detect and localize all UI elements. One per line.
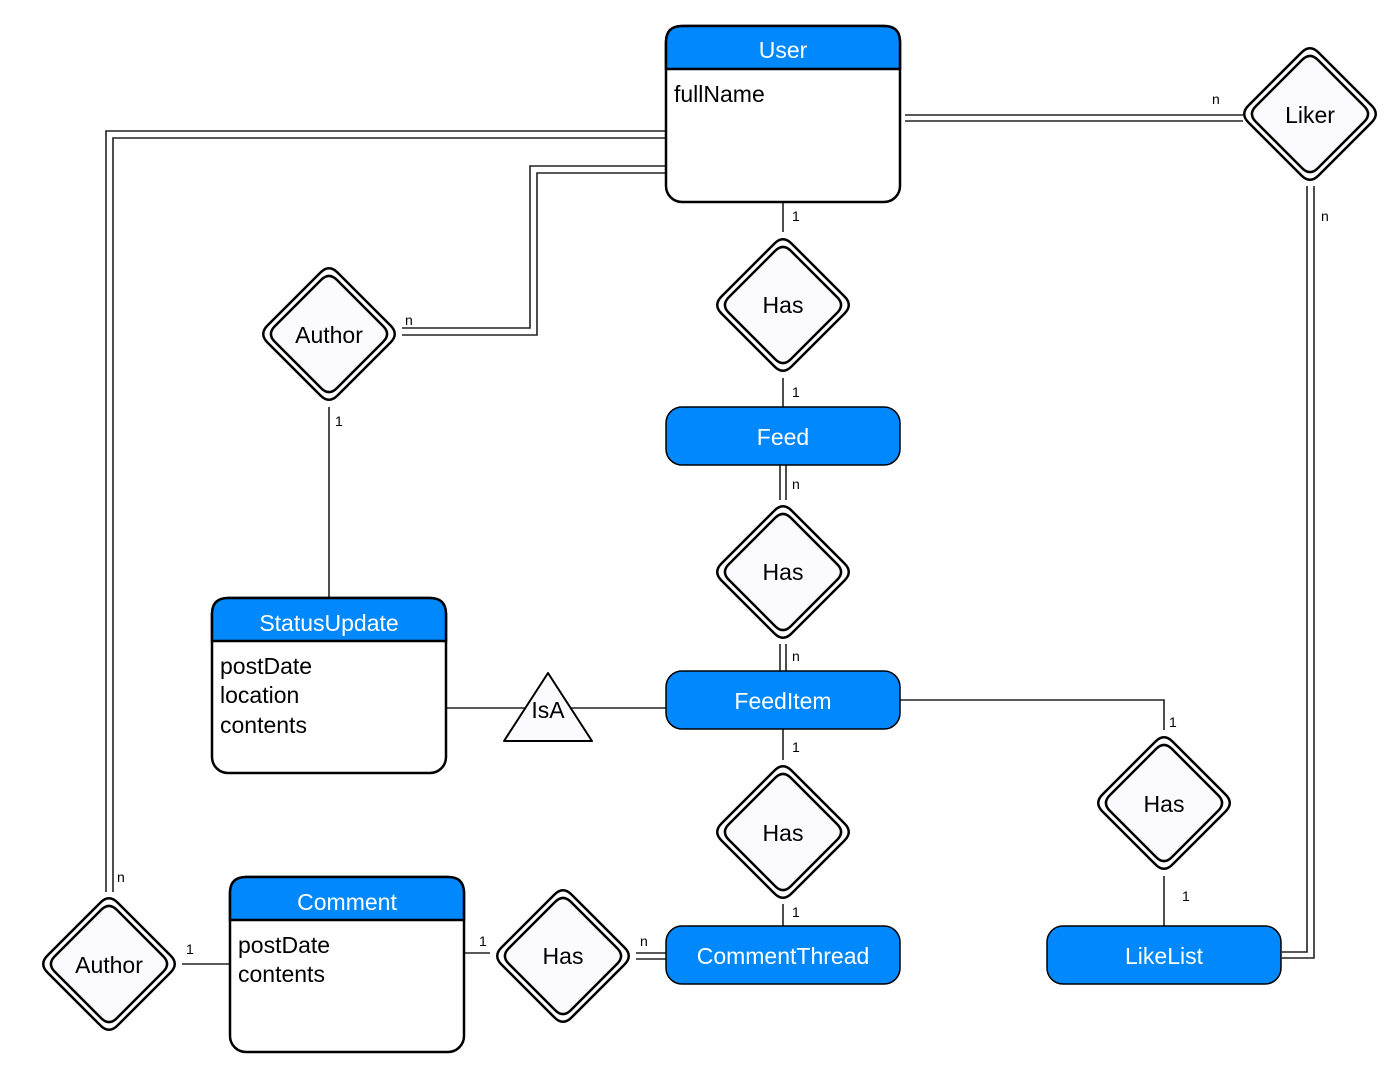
isa-triangle[interactable]: IsA bbox=[503, 672, 593, 742]
connector-user-liker bbox=[905, 114, 1243, 122]
cardinality-label: n bbox=[640, 933, 648, 949]
entity-commentthread-title: CommentThread bbox=[697, 943, 870, 969]
connector-user-author-comment bbox=[105, 130, 666, 892]
entity-comment-attr: contents bbox=[238, 961, 325, 987]
entity-feeditem-title: FeedItem bbox=[734, 688, 831, 714]
relationship-label: Author bbox=[295, 322, 363, 348]
entity-feed[interactable]: Feed bbox=[665, 406, 901, 466]
cardinality-label: 1 bbox=[792, 904, 800, 920]
cardinality-label: 1 bbox=[792, 384, 800, 400]
entity-feed-title: Feed bbox=[757, 424, 809, 450]
entity-user[interactable]: User fullName bbox=[664, 24, 902, 204]
entity-likelist[interactable]: LikeList bbox=[1046, 925, 1282, 985]
entity-comment-title: Comment bbox=[297, 889, 397, 915]
entity-statusupdate[interactable]: StatusUpdate postDate location contents bbox=[210, 596, 448, 775]
entity-statusupdate-attr: contents bbox=[220, 712, 307, 738]
cardinality-label: n bbox=[1212, 91, 1220, 107]
cardinality-label: n bbox=[792, 476, 800, 492]
cardinality-label: 1 bbox=[792, 208, 800, 224]
relationship-label: Author bbox=[75, 952, 143, 978]
connector-commentthread-has bbox=[636, 952, 666, 960]
cardinality-label: n bbox=[405, 312, 413, 328]
cardinality-label: 1 bbox=[479, 933, 487, 949]
connector-user-author-status bbox=[402, 165, 666, 336]
relationship-label: Liker bbox=[1285, 102, 1335, 128]
er-diagram: User fullName Feed FeedItem StatusUpdate… bbox=[42, 24, 1377, 1054]
entity-comment-attr: postDate bbox=[238, 932, 330, 958]
connector-has-feeditem bbox=[779, 644, 787, 671]
cardinality-label: 1 bbox=[186, 941, 194, 957]
connector-liker-likelist bbox=[1282, 186, 1315, 959]
cardinality-label: n bbox=[792, 648, 800, 664]
relationship-label: Has bbox=[1144, 791, 1185, 817]
entity-feeditem[interactable]: FeedItem bbox=[665, 670, 901, 730]
relationship-label: Has bbox=[763, 820, 804, 846]
cardinality-label: 1 bbox=[792, 739, 800, 755]
entity-statusupdate-attr: postDate bbox=[220, 653, 312, 679]
entity-statusupdate-attr: location bbox=[220, 682, 299, 708]
connector-feed-has bbox=[779, 465, 787, 500]
cardinality-label: 1 bbox=[1182, 888, 1190, 904]
relationship-label: Has bbox=[543, 943, 584, 969]
entity-user-attr: fullName bbox=[674, 81, 765, 107]
entity-commentthread[interactable]: CommentThread bbox=[665, 925, 901, 985]
relationship-label: Has bbox=[763, 559, 804, 585]
relationship-label: Has bbox=[763, 292, 804, 318]
isa-label: IsA bbox=[531, 697, 565, 723]
cardinality-label: 1 bbox=[1169, 714, 1177, 730]
cardinality-label: 1 bbox=[335, 413, 343, 429]
entity-user-title: User bbox=[759, 37, 808, 63]
entity-statusupdate-title: StatusUpdate bbox=[259, 610, 398, 636]
cardinality-label: n bbox=[117, 869, 125, 885]
cardinality-label: n bbox=[1321, 208, 1329, 224]
connector-feeditem-has-likelist bbox=[900, 699, 1165, 730]
entity-likelist-title: LikeList bbox=[1125, 943, 1204, 969]
entity-comment[interactable]: Comment postDate contents bbox=[228, 875, 466, 1054]
